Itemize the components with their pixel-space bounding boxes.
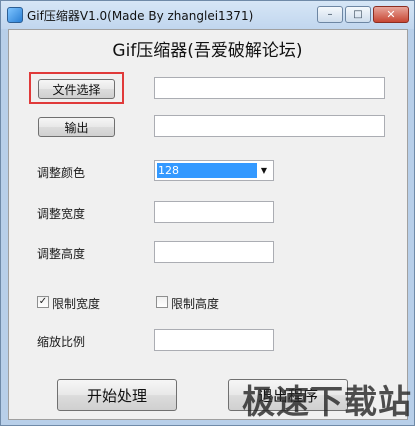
width-input[interactable]: [154, 201, 274, 223]
scale-input[interactable]: [154, 329, 274, 351]
height-label: 调整高度: [37, 247, 86, 261]
select-file-button[interactable]: 文件选择: [38, 79, 115, 99]
file-path-input[interactable]: [154, 77, 385, 99]
limit-width-checkbox[interactable]: ✓: [37, 296, 49, 308]
output-button[interactable]: 输出: [38, 117, 115, 137]
color-select[interactable]: 128 ▼: [154, 160, 274, 181]
width-label: 调整宽度: [37, 207, 86, 221]
output-path-input[interactable]: [154, 115, 385, 137]
limit-height-label[interactable]: 限制高度: [171, 295, 219, 312]
minimize-button[interactable]: –: [317, 6, 343, 23]
checkmark-icon: ✓: [38, 296, 48, 307]
color-label: 调整颜色: [37, 166, 86, 180]
scale-label: 缩放比例: [37, 335, 86, 349]
window-title: Gif压缩器V1.0(Made By zhanglei1371): [27, 9, 254, 23]
watermark-logo: 极速下载站: [242, 382, 412, 421]
start-button[interactable]: 开始处理: [57, 379, 177, 411]
title-bar[interactable]: Gif压缩器V1.0(Made By zhanglei1371) – □ ✕: [1, 1, 414, 29]
maximize-button[interactable]: □: [345, 6, 371, 23]
app-icon: [7, 7, 23, 23]
close-button[interactable]: ✕: [373, 6, 409, 23]
color-select-value: 128: [157, 163, 257, 178]
limit-height-checkbox[interactable]: [156, 296, 168, 308]
height-input[interactable]: [154, 241, 274, 263]
limit-width-label[interactable]: 限制宽度: [52, 295, 100, 312]
dropdown-arrow-icon[interactable]: ▼: [257, 163, 271, 178]
app-heading: Gif压缩器(吾爱破解论坛): [112, 41, 303, 61]
